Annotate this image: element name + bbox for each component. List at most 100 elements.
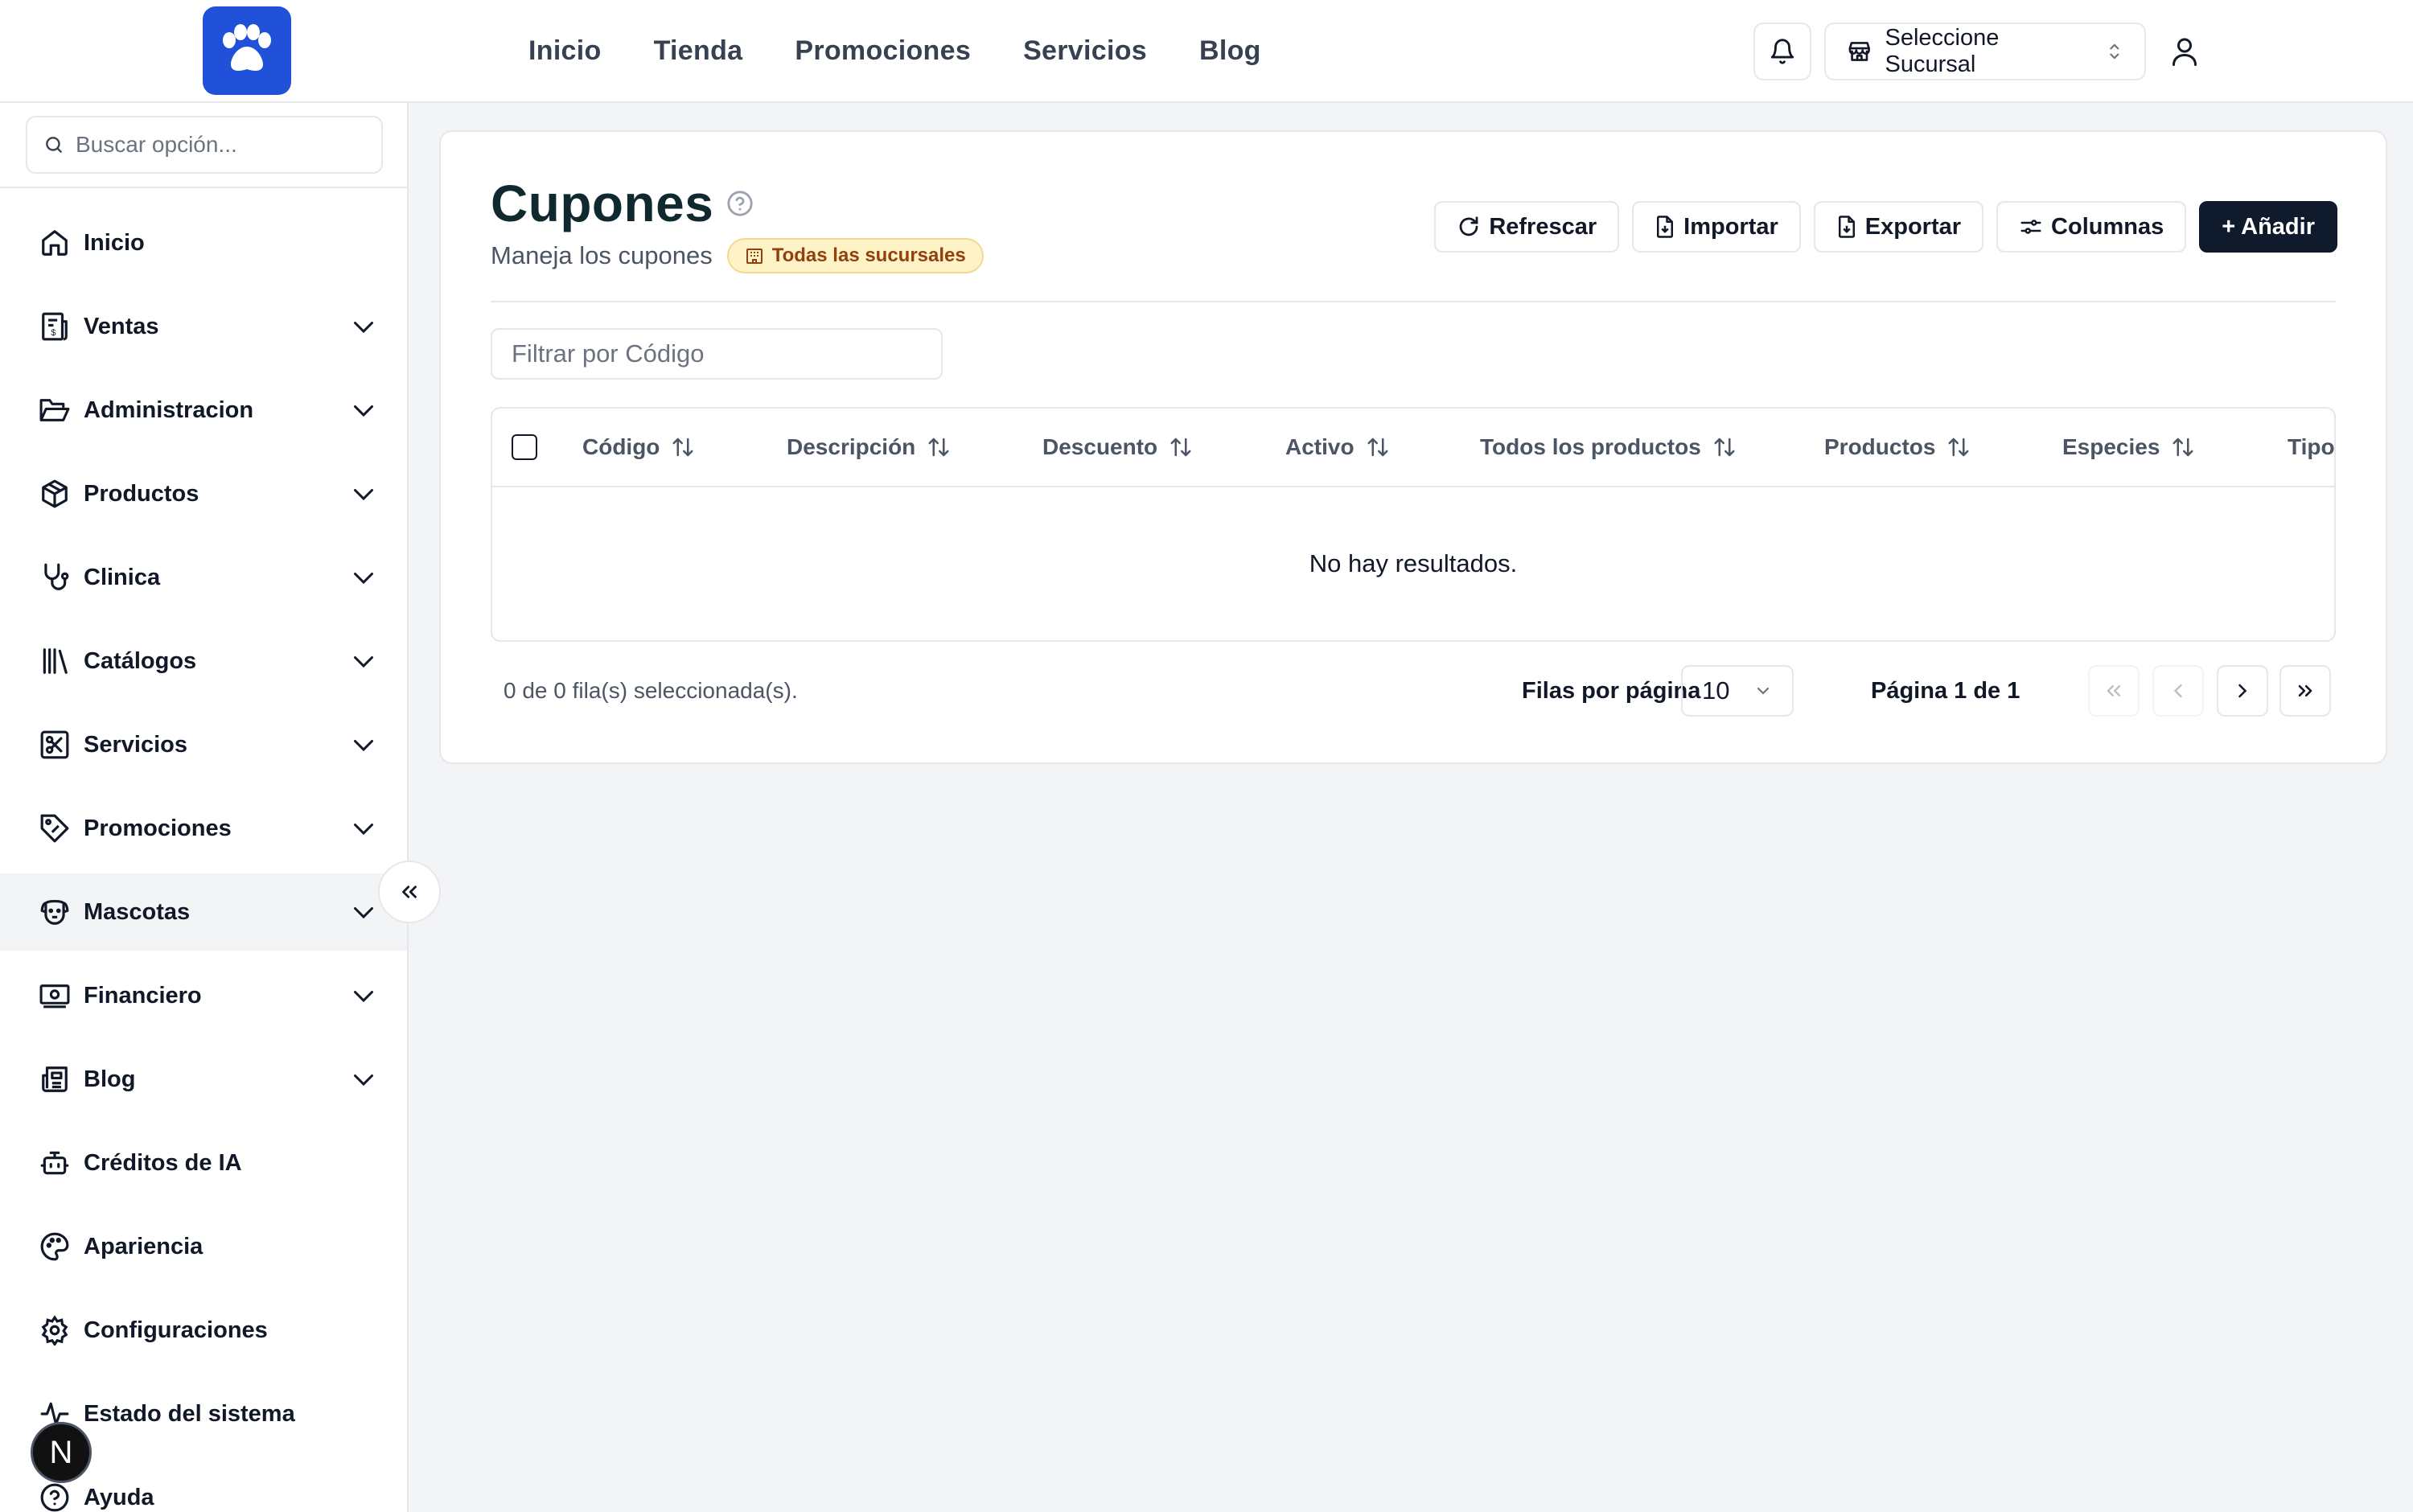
topnav-servicios[interactable]: Servicios	[1023, 35, 1147, 67]
sidebar-item-label: Configuraciones	[84, 1317, 268, 1343]
dev-tools-badge[interactable]: N	[31, 1422, 92, 1483]
sidebar-item-inicio[interactable]: Inicio	[0, 204, 407, 281]
sidebar-item-apariencia[interactable]: Apariencia	[0, 1208, 407, 1285]
collapse-sidebar-button[interactable]	[378, 861, 441, 923]
column-header-especies[interactable]: Especies	[2062, 409, 2195, 486]
topnav-tienda[interactable]: Tienda	[654, 35, 743, 67]
bot-icon	[39, 1147, 71, 1179]
sidebar-item-ventas[interactable]: $ Ventas	[0, 288, 407, 365]
code-filter-input[interactable]	[512, 339, 922, 368]
rows-per-page-label: Filas por página	[1522, 677, 1701, 704]
sidebar-item-servicios[interactable]: Servicios	[0, 706, 407, 783]
sidebar-item-configuraciones[interactable]: Configuraciones	[0, 1292, 407, 1369]
column-header-tipo[interactable]: Tipo	[2288, 409, 2334, 486]
chevron-down-icon	[354, 991, 373, 1003]
sort-icon	[1948, 438, 1969, 457]
sidebar-item-label: Catálogos	[84, 647, 197, 674]
sort-icon	[1367, 438, 1388, 457]
column-header-activo[interactable]: Activo	[1285, 409, 1390, 486]
page-indicator: Página 1 de 1	[1871, 677, 2020, 704]
sort-icon	[928, 438, 949, 457]
home-icon	[39, 227, 71, 259]
sidebar-menu: Inicio $ Ventas Administracion Productos…	[0, 204, 407, 1512]
top-bar: Inicio Tienda Promociones Servicios Blog…	[0, 0, 2413, 103]
sidebar-item-clinica[interactable]: Clinica	[0, 539, 407, 616]
sidebar-search	[26, 116, 383, 174]
column-header-descripcion[interactable]: Descripción	[787, 409, 951, 486]
chevron-down-icon	[354, 740, 373, 752]
branch-selector-label: Seleccione Sucursal	[1885, 25, 2000, 77]
sidebar-item-label: Inicio	[84, 229, 145, 256]
columns-button-label: Columnas	[2051, 213, 2164, 240]
sidebar-item-financiero[interactable]: Financiero	[0, 957, 407, 1034]
sidebar-item-promociones[interactable]: Promociones	[0, 790, 407, 867]
newspaper-icon	[39, 1063, 71, 1095]
paw-icon	[223, 24, 271, 71]
last-page-button[interactable]	[2279, 665, 2331, 717]
library-icon	[39, 645, 71, 677]
help-circle-icon	[39, 1481, 71, 1512]
sidebar-item-mascotas[interactable]: Mascotas	[0, 873, 407, 951]
column-header-label: Activo	[1285, 434, 1354, 459]
app-logo[interactable]	[203, 6, 291, 95]
import-button-label: Importar	[1683, 213, 1778, 240]
sort-icon	[672, 438, 693, 457]
column-header-codigo[interactable]: Código	[582, 409, 695, 486]
column-header-todos-productos[interactable]: Todos los productos	[1480, 409, 1737, 486]
sidebar-search-input[interactable]	[76, 132, 365, 158]
previous-page-button[interactable]	[2152, 665, 2204, 717]
dog-icon	[39, 896, 71, 928]
branch-selector[interactable]: Seleccione Sucursal	[1824, 23, 2146, 80]
rows-per-page-select[interactable]: 10	[1681, 665, 1794, 717]
topnav-promociones[interactable]: Promociones	[795, 35, 971, 67]
chevrons-left-icon	[402, 885, 417, 898]
select-all-checkbox[interactable]	[512, 434, 537, 460]
column-header-label: Todos los productos	[1480, 434, 1701, 459]
sidebar-item-administracion[interactable]: Administracion	[0, 372, 407, 449]
sidebar-item-label: Servicios	[84, 731, 187, 758]
palette-icon	[39, 1231, 71, 1263]
chevron-down-icon	[354, 489, 373, 501]
page-title: Cupones	[491, 175, 714, 232]
topnav-inicio[interactable]: Inicio	[528, 35, 602, 67]
import-button[interactable]: Importar	[1632, 201, 1801, 253]
sidebar-item-label: Administracion	[84, 396, 254, 423]
sidebar-item-catalogos[interactable]: Catálogos	[0, 622, 407, 700]
column-header-label: Descuento	[1042, 434, 1158, 459]
topnav-blog[interactable]: Blog	[1199, 35, 1261, 67]
notifications-button[interactable]	[1753, 23, 1811, 80]
chevron-down-icon	[354, 907, 373, 919]
scissors-square-icon	[39, 729, 71, 761]
sidebar-item-creditos-ia[interactable]: Créditos de IA	[0, 1124, 407, 1202]
chevron-down-icon	[1757, 687, 1770, 695]
store-icon	[1848, 42, 1870, 61]
package-icon	[39, 478, 71, 510]
code-filter	[491, 328, 943, 380]
refresh-button-label: Refrescar	[1489, 213, 1597, 240]
add-button[interactable]: + Añadir	[2199, 201, 2337, 253]
column-header-label: Descripción	[787, 434, 916, 459]
scope-badge-label: Todas las sucursales	[771, 244, 966, 266]
coupons-table: Código Descripción Descuento Activo Todo…	[491, 407, 2336, 642]
sidebar-item-label: Mascotas	[84, 898, 191, 925]
export-button[interactable]: Exportar	[1813, 201, 1984, 253]
column-header-productos[interactable]: Productos	[1824, 409, 1971, 486]
sidebar-item-productos[interactable]: Productos	[0, 455, 407, 532]
user-menu-button[interactable]	[2165, 31, 2204, 72]
chevron-down-icon	[354, 573, 373, 585]
column-header-descuento[interactable]: Descuento	[1042, 409, 1193, 486]
columns-button[interactable]: Columnas	[1996, 201, 2187, 253]
receipt-icon: $	[39, 310, 71, 343]
folder-open-icon	[39, 394, 71, 426]
rows-per-page-value: 10	[1702, 676, 1730, 705]
sidebar: Inicio $ Ventas Administracion Productos…	[0, 103, 409, 1512]
banknote-icon	[39, 980, 71, 1012]
sidebar-item-blog[interactable]: Blog	[0, 1041, 407, 1118]
chevrons-left-icon	[2107, 685, 2121, 696]
sidebar-item-label: Blog	[84, 1066, 136, 1092]
refresh-button[interactable]: Refrescar	[1434, 201, 1620, 253]
first-page-button[interactable]	[2088, 665, 2140, 717]
building-icon	[746, 249, 763, 264]
next-page-button[interactable]	[2217, 665, 2268, 717]
help-circle-icon[interactable]	[726, 190, 754, 217]
